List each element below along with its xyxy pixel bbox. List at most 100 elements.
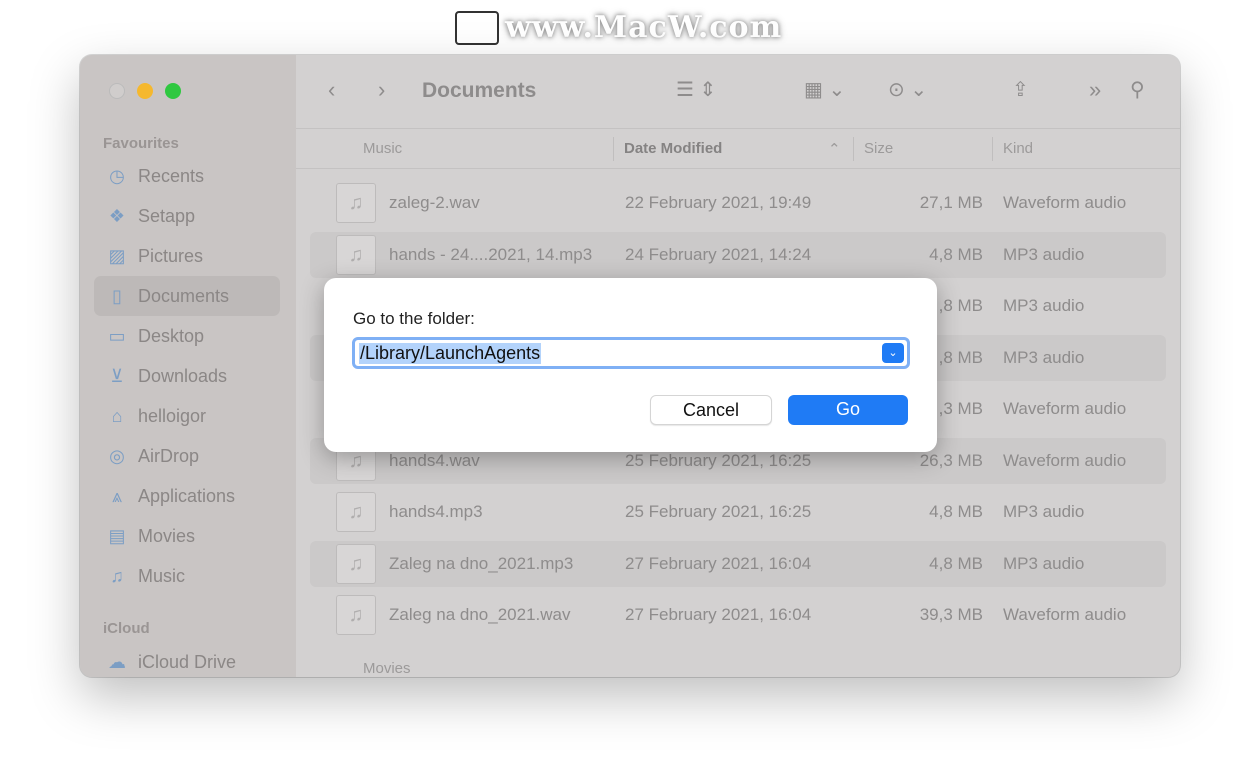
- file-kind: Waveform audio: [1003, 193, 1127, 212]
- sidebar-item-label: iCloud Drive: [138, 651, 237, 672]
- pictures-icon: ▨: [108, 245, 126, 266]
- folder-path-value: /Library/LaunchAgents: [359, 343, 542, 364]
- sidebar-item-label: Desktop: [138, 325, 205, 346]
- cancel-button[interactable]: Cancel: [650, 395, 772, 425]
- file-name: Zaleg na dno_2021.mp3: [389, 553, 574, 573]
- table-row[interactable]: ♫ zaleg-2.wav 22 February 2021, 19:49 27…: [310, 180, 1166, 226]
- column-size[interactable]: Size: [864, 140, 893, 157]
- sidebar-item-music[interactable]: ♫ Music: [94, 556, 280, 596]
- list-view-icon[interactable]: ☰ ⇕: [676, 77, 716, 102]
- file-kind: MP3 audio: [1003, 502, 1085, 521]
- setapp-icon: ❖: [108, 205, 126, 226]
- more-toolbar-icon[interactable]: »: [1089, 77, 1101, 103]
- file-date: 22 February 2021, 19:49: [625, 193, 812, 212]
- file-name: Zaleg na dno_2021.wav: [389, 605, 571, 624]
- sidebar-item-desktop[interactable]: ▭ Desktop: [94, 316, 280, 356]
- file-size: 26,3 MB: [919, 450, 983, 470]
- audio-file-icon: ♫: [336, 183, 376, 223]
- file-size: 4,8 MB: [929, 244, 983, 264]
- file-size: ,8 MB: [938, 296, 983, 315]
- sidebar-item-label: Applications: [138, 485, 236, 506]
- file-size: 27,1 MB: [919, 193, 983, 212]
- close-button[interactable]: [109, 83, 125, 99]
- table-row[interactable]: ♫ hands4.mp3 25 February 2021, 16:25 4,8…: [310, 489, 1166, 535]
- airdrop-icon: ◎: [109, 445, 125, 466]
- file-kind: MP3 audio: [1003, 347, 1085, 367]
- forward-icon[interactable]: ›: [378, 77, 385, 103]
- group-label-music: Music: [363, 140, 403, 157]
- file-name: hands4.wav: [389, 450, 480, 470]
- column-header: Music Date Modified ⌃ Size Kind: [296, 129, 1180, 169]
- file-date: 27 February 2021, 16:04: [625, 553, 812, 573]
- audio-file-icon: ♫: [336, 543, 376, 584]
- sidebar-item-label: AirDrop: [138, 445, 200, 466]
- sidebar-item-label: Recents: [138, 165, 205, 186]
- minimize-button[interactable]: [137, 83, 153, 99]
- toolbar: ‹ › Documents ☰ ⇕ ▦ ⌄ ⊙ ⌄ ⇪ » ⚲: [296, 55, 1180, 129]
- film-icon: ▤: [108, 525, 126, 546]
- chevron-down-icon[interactable]: ⌄: [882, 343, 904, 363]
- file-name: hands - 24....2021, 14.mp3: [389, 244, 593, 264]
- column-date-modified[interactable]: Date Modified: [624, 140, 722, 157]
- sidebar-item-pictures[interactable]: ▨ Pictures: [94, 236, 280, 276]
- go-to-folder-dialog: Go to the folder: /Library/LaunchAgents …: [324, 278, 937, 452]
- clock-icon: ◷: [109, 165, 125, 186]
- sort-ascending-icon: ⌃: [828, 141, 841, 158]
- file-date: 24 February 2021, 14:24: [625, 244, 812, 264]
- file-size: 4,8 MB: [929, 553, 983, 573]
- share-icon[interactable]: ⇪: [1012, 77, 1029, 102]
- file-size: ,3 MB: [938, 399, 983, 418]
- file-kind: MP3 audio: [1003, 296, 1085, 315]
- file-date: 25 February 2021, 16:25: [625, 450, 812, 470]
- music-icon: ♫: [110, 565, 124, 586]
- sidebar-item-downloads[interactable]: ⊻ Downloads: [94, 356, 280, 396]
- download-icon: ⊻: [110, 365, 124, 386]
- favourites-heading: Favourites: [103, 135, 179, 152]
- go-button[interactable]: Go: [788, 395, 908, 425]
- file-kind: Waveform audio: [1003, 450, 1127, 470]
- desktop-icon: ▭: [108, 325, 126, 346]
- icloud-heading: iCloud: [103, 620, 150, 637]
- audio-file-icon: ♫: [336, 234, 376, 275]
- file-kind: MP3 audio: [1003, 244, 1085, 264]
- file-kind: Waveform audio: [1003, 605, 1127, 624]
- home-icon: ⌂: [111, 405, 123, 426]
- file-size: 39,3 MB: [919, 605, 983, 624]
- sidebar-item-documents[interactable]: ▯ Documents: [94, 276, 280, 316]
- sidebar-item-icloud-drive[interactable]: ☁ iCloud Drive: [94, 642, 280, 677]
- file-date: 27 February 2021, 16:04: [625, 605, 812, 624]
- sidebar-item-label: Downloads: [138, 365, 228, 386]
- search-icon[interactable]: ⚲: [1130, 77, 1145, 102]
- group-icon[interactable]: ▦ ⌄: [804, 77, 845, 102]
- cloud-icon: ☁: [108, 651, 126, 672]
- sidebar-item-recents[interactable]: ◷ Recents: [94, 156, 280, 196]
- table-row[interactable]: ♫ Zaleg na dno_2021.wav 27 February 2021…: [310, 592, 1166, 638]
- file-date: 25 February 2021, 16:25: [625, 502, 812, 521]
- file-size: 4,8 MB: [929, 502, 983, 521]
- back-icon[interactable]: ‹: [328, 77, 335, 103]
- more-actions-icon[interactable]: ⊙ ⌄: [888, 77, 927, 102]
- sidebar-item-setapp[interactable]: ❖ Setapp: [94, 196, 280, 236]
- sidebar-item-helloigor[interactable]: ⌂ helloigor: [94, 396, 280, 436]
- sidebar-item-airdrop[interactable]: ◎ AirDrop: [94, 436, 280, 476]
- file-name: hands4.mp3: [389, 502, 483, 521]
- audio-file-icon: ♫: [336, 492, 376, 532]
- monitor-logo-icon: [455, 10, 499, 45]
- sidebar-item-movies[interactable]: ▤ Movies: [94, 516, 280, 556]
- file-name: zaleg-2.wav: [389, 193, 480, 212]
- folder-path-input[interactable]: /Library/LaunchAgents ⌄: [352, 337, 910, 369]
- sidebar-item-label: Setapp: [138, 205, 196, 226]
- audio-file-icon: ♫: [336, 595, 376, 635]
- zoom-button[interactable]: [165, 83, 181, 99]
- group-label-movies: Movies: [363, 660, 411, 677]
- table-row[interactable]: ♫ Zaleg na dno_2021.mp3 27 February 2021…: [310, 540, 1166, 587]
- sidebar-item-label: Movies: [138, 525, 196, 546]
- window-title: Documents: [422, 79, 537, 102]
- table-row[interactable]: ♫ hands - 24....2021, 14.mp3 24 February…: [310, 231, 1166, 278]
- document-icon: ▯: [112, 285, 122, 306]
- dialog-label: Go to the folder:: [353, 309, 475, 328]
- column-kind[interactable]: Kind: [1003, 140, 1033, 157]
- sidebar-item-label: helloigor: [138, 405, 207, 426]
- sidebar-item-applications[interactable]: ⩓ Applications: [94, 476, 280, 516]
- file-kind: Waveform audio: [1003, 399, 1127, 418]
